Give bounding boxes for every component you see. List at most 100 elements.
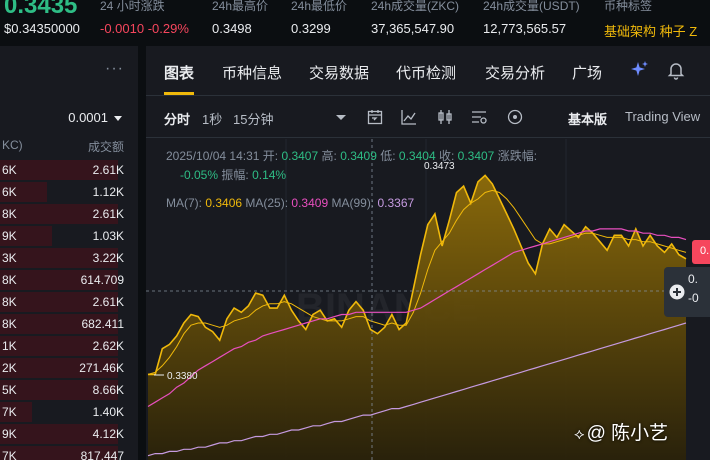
calendar-icon[interactable]: [366, 108, 384, 126]
row-amount: 9K: [2, 229, 17, 243]
order-book-row[interactable]: 8K 2.61K: [0, 292, 138, 314]
diamond-logo-icon: ⟡: [574, 426, 585, 443]
order-book-row[interactable]: 6K 1.12K: [0, 182, 138, 204]
legend-change: -0.05%: [180, 168, 219, 182]
tab-token-info[interactable]: 币种信息: [222, 62, 282, 83]
stat-value: 0.3498: [212, 21, 252, 36]
order-book-row[interactable]: 8K 614.709: [0, 270, 138, 292]
legend-open-label: 开:: [262, 149, 279, 163]
ma-legend: MA(7): 0.3406 MA(25): 0.3409 MA(99): 0.3…: [166, 196, 414, 210]
row-amount: 8K: [2, 207, 17, 221]
order-book-row[interactable]: 9K 4.12K: [0, 424, 138, 446]
chart-panel: 图表 币种信息 交易数据 代币检测 交易分析 广场 分时 1秒 15分钟 基本版…: [146, 46, 710, 460]
author-watermark: ⟡ @ 陈小艺: [574, 418, 668, 445]
interval-1s[interactable]: 1秒: [202, 109, 222, 128]
interval-timeline[interactable]: 分时: [164, 109, 190, 128]
last-price-usd: $0.34350000: [4, 21, 80, 36]
row-amount: 6K: [2, 185, 17, 199]
legend-amp: 0.14%: [252, 168, 287, 182]
row-amount: 1K: [2, 339, 17, 353]
legend-close-label: 收:: [438, 149, 455, 163]
row-turnover: 2.61K: [92, 207, 124, 221]
row-turnover: 1.03K: [92, 229, 124, 243]
legend-close: 0.3407: [457, 149, 495, 163]
order-book-panel: ··· 0.0001 KC) 成交额 6K 2.61K 6K 1.12K 8K 2.61K…: [0, 46, 138, 460]
stat-label: 24h成交量(ZKC): [371, 0, 460, 13]
price-chart-svg[interactable]: BINANCE 0.3473 0.3380: [146, 139, 710, 460]
row-amount: 9K: [2, 427, 17, 441]
compass-icon[interactable]: [506, 108, 524, 126]
order-book-row[interactable]: 9K 1.03K: [0, 226, 138, 248]
current-price-tag-text: 0.: [700, 245, 710, 257]
chart-toolbar: 分时 1秒 15分钟 基本版 Trading View: [146, 96, 710, 138]
price-chart[interactable]: BINANCE 0.3473 0.3380 2025/10/04 14:31 开…: [146, 139, 710, 460]
precision-value: 0.0001: [68, 110, 108, 125]
order-book-row[interactable]: 8K 682.411: [0, 314, 138, 336]
legend-ma25: 0.3409: [291, 196, 329, 210]
candlestick-icon[interactable]: [436, 108, 454, 126]
order-book-row[interactable]: 3K 3.22K: [0, 248, 138, 270]
legend-ma99: 0.3367: [377, 196, 415, 210]
stat-label: 24h成交量(USDT): [483, 0, 580, 13]
mode-basic-button[interactable]: 基本版: [568, 109, 607, 128]
chevron-down-icon: [114, 116, 122, 122]
add-alert-icon[interactable]: [669, 284, 685, 300]
stat-label: 币种标签: [604, 0, 653, 13]
tab-chart[interactable]: 图表: [164, 62, 194, 83]
tab-trade-data[interactable]: 交易数据: [309, 62, 369, 83]
ai-sparkle-icon[interactable]: [630, 60, 650, 80]
active-tab-indicator: [164, 92, 194, 95]
tab-token-check[interactable]: 代币检测: [396, 62, 456, 83]
crosshair-price-tag[interactable]: 0. -0: [664, 267, 710, 317]
row-amount: 3K: [2, 251, 17, 265]
line-chart-icon[interactable]: [400, 108, 418, 126]
interval-15m[interactable]: 15分钟: [233, 109, 273, 128]
tab-trade-analysis[interactable]: 交易分析: [485, 62, 545, 83]
row-turnover: 2.61K: [92, 295, 124, 309]
token-tags[interactable]: 基础架构 种子 Z: [604, 21, 697, 40]
legend-open: 0.3407: [281, 149, 319, 163]
row-turnover: 817.447: [80, 449, 124, 460]
legend-high: 0.3409: [340, 149, 377, 163]
ohlc-legend-line2: -0.05% 振幅: 0.14%: [180, 166, 286, 183]
column-header-turnover: 成交额: [87, 140, 124, 154]
row-amount: 2K: [2, 361, 17, 375]
interval-dropdown-icon[interactable]: [332, 108, 350, 126]
order-book-row[interactable]: 7K 817.447: [0, 446, 138, 460]
order-book-row[interactable]: 2K 271.46K: [0, 358, 138, 380]
row-amount: 8K: [2, 273, 17, 287]
row-amount: 8K: [2, 317, 17, 331]
row-turnover: 682.411: [81, 317, 125, 331]
more-menu-icon[interactable]: ···: [105, 60, 124, 78]
stat-value: -0.0010 -0.29%: [100, 21, 189, 36]
order-book-row[interactable]: 5K 8.66K: [0, 380, 138, 402]
ohlc-legend: 2025/10/04 14:31 开: 0.3407 高: 0.3409 低: …: [166, 147, 537, 164]
stat-value: 37,365,547.90: [371, 21, 455, 36]
legend-ma7-label: MA(7):: [166, 196, 202, 210]
column-header-amount: KC): [2, 138, 23, 152]
row-turnover: 3.22K: [92, 251, 124, 265]
order-book-row[interactable]: 7K 1.40K: [0, 402, 138, 424]
stat-label: 24h最低价: [291, 0, 348, 13]
crosshair-value-2: -0: [688, 291, 699, 305]
mode-tradingview-button[interactable]: Trading View: [625, 109, 700, 124]
tab-square[interactable]: 广场: [572, 62, 602, 83]
crosshair-value-1: 0.: [688, 272, 699, 286]
row-amount: 7K: [2, 405, 17, 419]
row-amount: 8K: [2, 295, 17, 309]
indicator-settings-icon[interactable]: [470, 108, 488, 126]
order-book-row[interactable]: 6K 2.61K: [0, 160, 138, 182]
stat-label: 24h最高价: [212, 0, 269, 13]
bell-icon[interactable]: [666, 60, 686, 80]
legend-low-label: 低:: [380, 149, 396, 163]
stat-label: 24 小时涨跌: [100, 0, 165, 13]
row-amount: 7K: [2, 449, 17, 460]
stat-value: 0.3299: [291, 21, 331, 36]
precision-select[interactable]: 0.0001: [68, 110, 122, 125]
row-turnover: 2.61K: [92, 163, 124, 177]
legend-datetime: 2025/10/04 14:31: [166, 149, 260, 163]
current-price-tag: 0.: [692, 240, 710, 264]
order-book-row[interactable]: 8K 2.61K: [0, 204, 138, 226]
order-book-row[interactable]: 1K 2.62K: [0, 336, 138, 358]
panel-tabs: 图表 币种信息 交易数据 代币检测 交易分析 广场: [146, 46, 710, 96]
